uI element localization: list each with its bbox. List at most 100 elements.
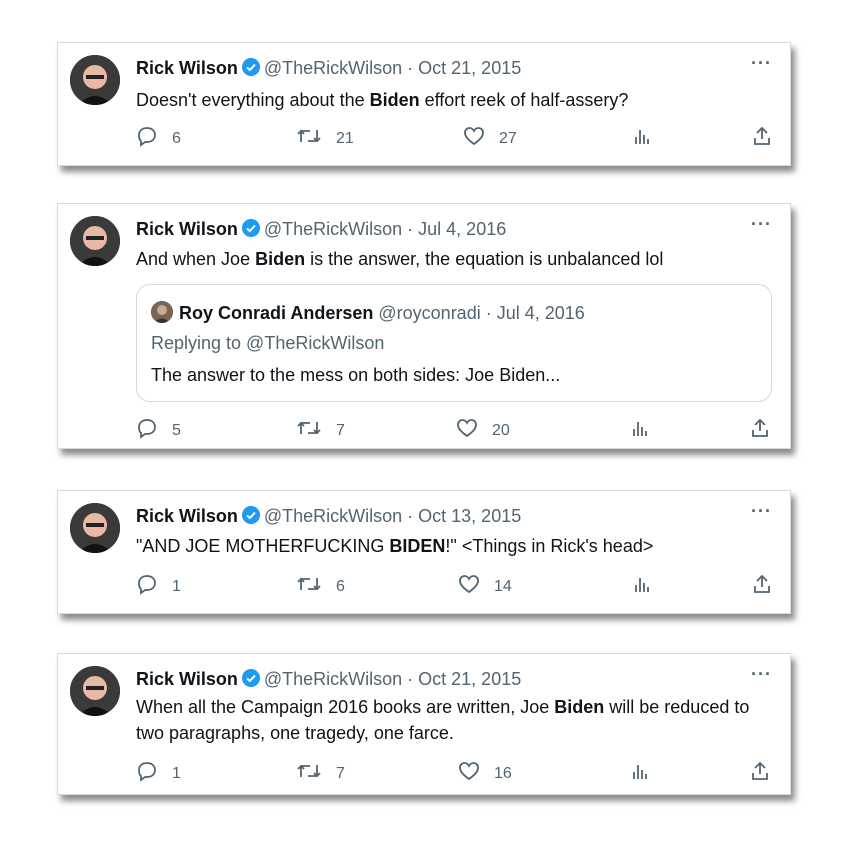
views-button[interactable] [631,573,667,600]
tweet-card[interactable]: Rick Wilson @TheRickWilson · Oct 13, 2015… [57,490,791,614]
reply-icon [136,417,172,444]
retweet-count: 7 [336,764,345,782]
views-icon [631,573,667,600]
author-name[interactable]: Rick Wilson [136,219,238,239]
tweet-actions: 5 7 20 [136,417,772,441]
reply-count: 5 [172,421,181,439]
quote-author-handle[interactable]: @royconradi [378,303,480,323]
tweet-card[interactable]: Rick Wilson @TheRickWilson · Oct 21, 2015… [57,42,791,166]
like-icon [456,417,492,444]
views-button[interactable] [629,417,665,444]
quote-text: The answer to the mess on both sides: Jo… [151,365,561,385]
retweet-count: 6 [336,577,345,595]
like-button[interactable]: 27 [463,125,517,152]
like-icon [463,125,499,152]
reply-icon [136,125,172,152]
retweet-button[interactable]: 7 [296,760,345,787]
share-button[interactable] [751,573,787,600]
tweet-header: Rick Wilson @TheRickWilson · Oct 13, 2015 [136,505,521,530]
like-button[interactable]: 14 [458,573,512,600]
more-icon[interactable]: ··· [751,664,772,685]
more-icon[interactable]: ··· [751,501,772,522]
separator: · [480,303,497,323]
tweet-date[interactable]: Oct 21, 2015 [418,669,521,689]
tweet-text: Doesn't everything about the Biden effor… [136,90,629,110]
like-icon [458,760,494,787]
retweet-icon [296,573,336,600]
like-button[interactable]: 16 [458,760,512,787]
retweet-button[interactable]: 7 [296,417,345,444]
like-count: 14 [494,577,512,595]
tweet-actions: 1 6 14 [136,573,772,597]
tweet-date[interactable]: Oct 13, 2015 [418,506,521,526]
views-button[interactable] [629,760,665,787]
quote-date[interactable]: Jul 4, 2016 [497,303,585,323]
author-name[interactable]: Rick Wilson [136,506,238,526]
share-icon [749,417,785,444]
share-icon [751,125,787,152]
tweet-date[interactable]: Oct 21, 2015 [418,58,521,78]
reply-count: 6 [172,129,181,147]
avatar[interactable] [70,55,120,105]
verified-badge-icon [241,57,261,82]
avatar[interactable] [70,503,120,553]
author-handle[interactable]: @TheRickWilson [264,58,402,78]
reply-button[interactable]: 1 [136,573,181,600]
quote-avatar[interactable] [151,301,173,323]
separator: · [402,219,419,239]
separator: · [402,58,419,78]
author-handle[interactable]: @TheRickWilson [264,219,402,239]
author-name[interactable]: Rick Wilson [136,669,238,689]
views-icon [629,760,665,787]
verified-badge-icon [241,505,261,530]
tweet-text: When all the Campaign 2016 books are wri… [136,697,750,743]
quote-author-name[interactable]: Roy Conradi Andersen [179,303,373,323]
like-count: 27 [499,129,517,147]
share-button[interactable] [749,417,785,444]
retweet-icon [296,417,336,444]
author-handle[interactable]: @TheRickWilson [264,506,402,526]
tweet-date[interactable]: Jul 4, 2016 [418,219,506,239]
more-icon[interactable]: ··· [751,53,772,74]
views-icon [631,125,667,152]
like-button[interactable]: 20 [456,417,510,444]
avatar[interactable] [70,216,120,266]
quote-header: Roy Conradi Andersen @royconradi · Jul 4… [151,301,585,324]
tweet-card[interactable]: Rick Wilson @TheRickWilson · Jul 4, 2016 … [57,203,791,449]
tweet-actions: 1 7 16 [136,760,772,784]
reply-count: 1 [172,577,181,595]
views-icon [629,417,665,444]
share-button[interactable] [751,125,787,152]
tweet-text: And when Joe Biden is the answer, the eq… [136,249,664,269]
tweet-header: Rick Wilson @TheRickWilson · Jul 4, 2016 [136,218,506,243]
more-icon[interactable]: ··· [751,214,772,235]
separator: · [402,506,419,526]
like-count: 20 [492,421,510,439]
retweet-count: 7 [336,421,345,439]
reply-count: 1 [172,764,181,782]
retweet-button[interactable]: 6 [296,573,345,600]
quoted-tweet[interactable]: Roy Conradi Andersen @royconradi · Jul 4… [136,284,772,402]
separator: · [402,669,419,689]
share-button[interactable] [749,760,785,787]
reply-button[interactable]: 5 [136,417,181,444]
share-icon [751,573,787,600]
author-name[interactable]: Rick Wilson [136,58,238,78]
reply-button[interactable]: 1 [136,760,181,787]
avatar[interactable] [70,666,120,716]
retweet-icon [296,125,336,152]
share-icon [749,760,785,787]
verified-badge-icon [241,668,261,693]
views-button[interactable] [631,125,667,152]
retweet-button[interactable]: 21 [296,125,354,152]
reply-button[interactable]: 6 [136,125,181,152]
tweet-header: Rick Wilson @TheRickWilson · Oct 21, 2015 [136,668,521,693]
replying-to[interactable]: Replying to @TheRickWilson [151,333,384,354]
like-count: 16 [494,764,512,782]
tweet-card[interactable]: Rick Wilson @TheRickWilson · Oct 21, 2015… [57,653,791,795]
tweet-actions: 6 21 27 [136,125,772,149]
author-handle[interactable]: @TheRickWilson [264,669,402,689]
retweet-icon [296,760,336,787]
verified-badge-icon [241,218,261,243]
reply-icon [136,760,172,787]
